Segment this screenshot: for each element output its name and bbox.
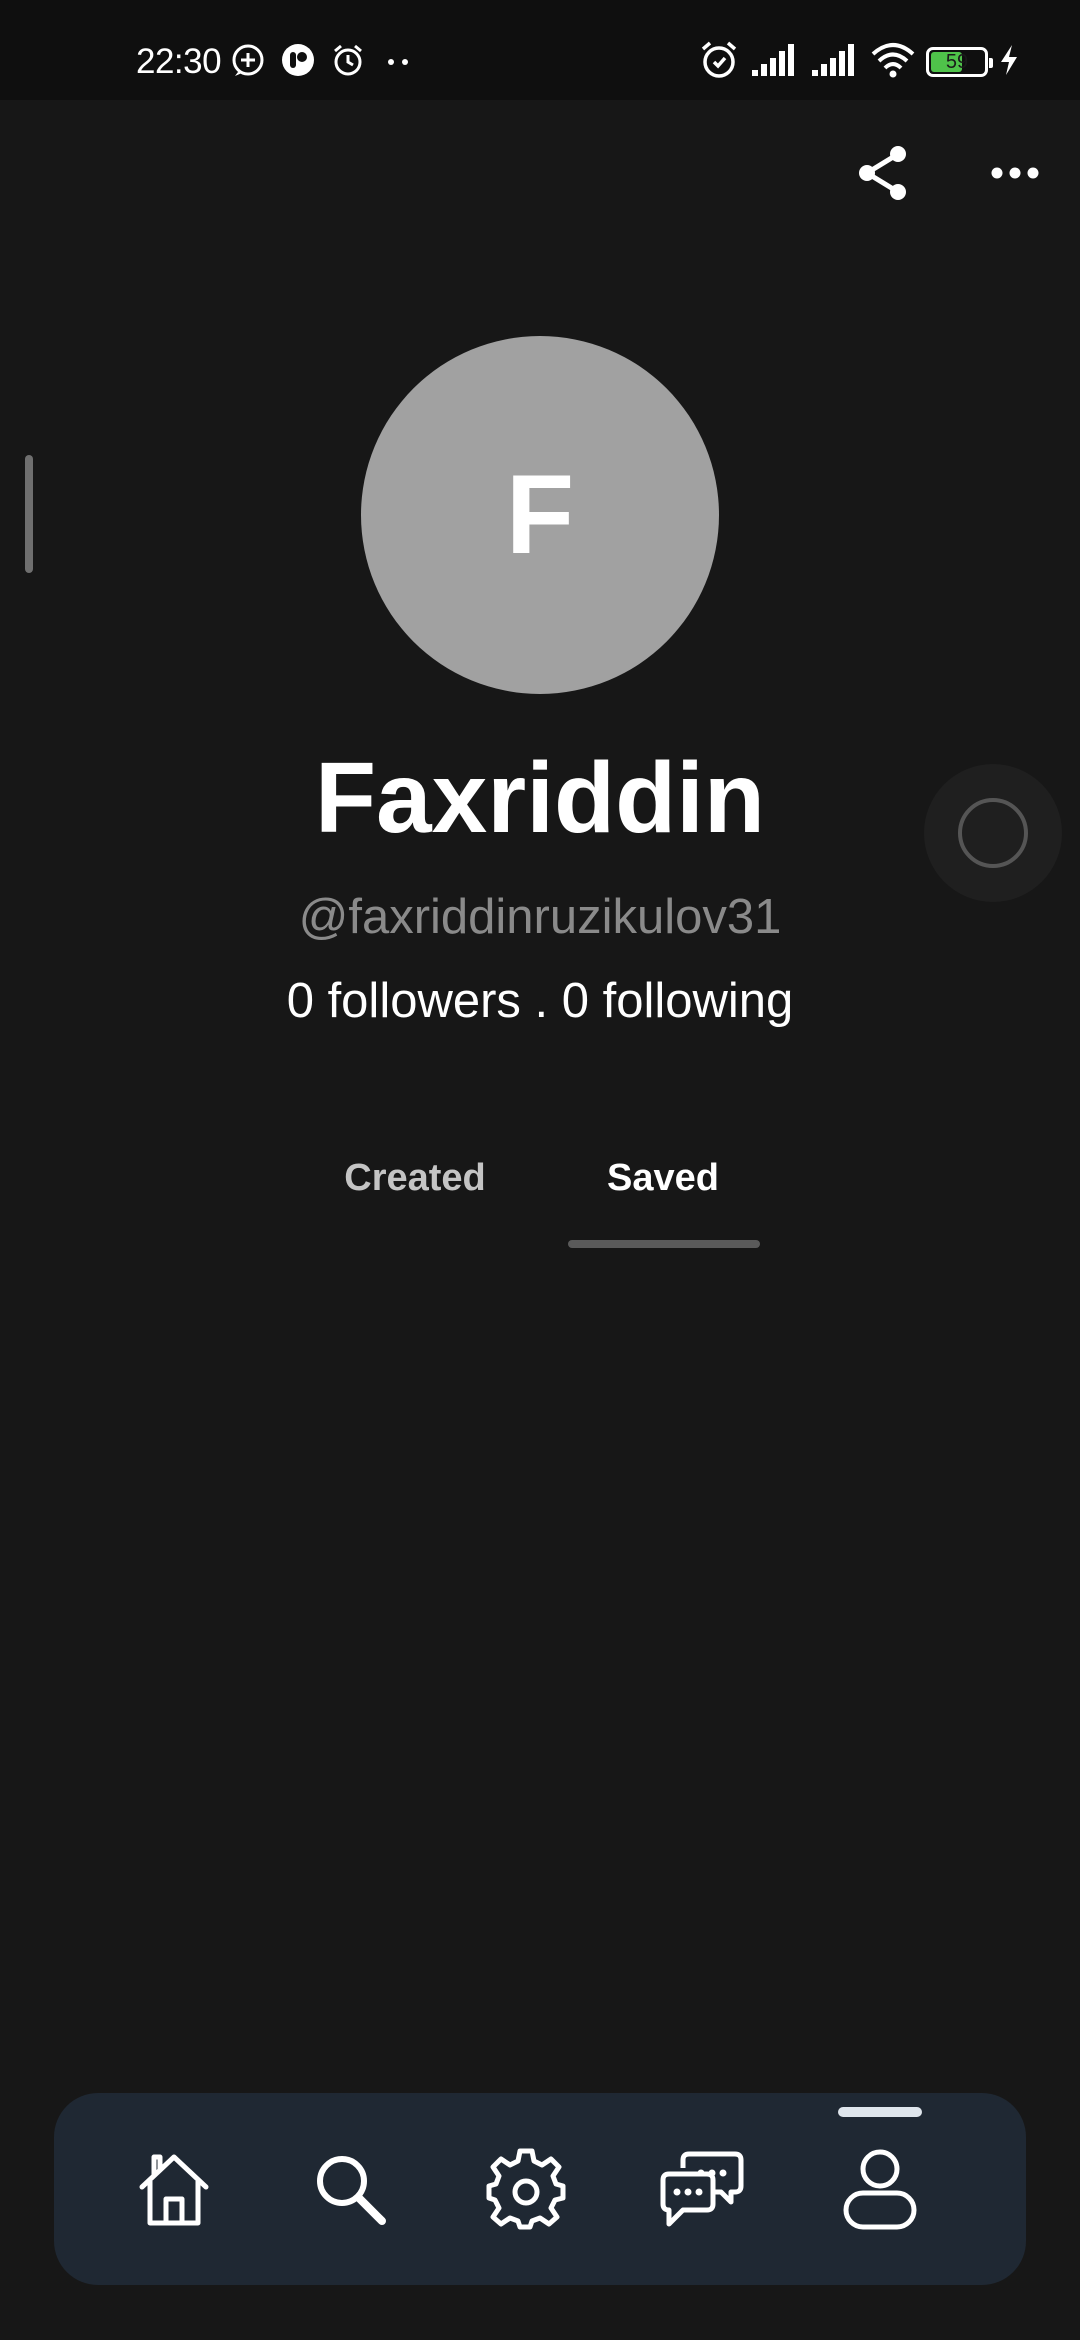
avatar-initial: F <box>505 452 575 577</box>
battery-level: 59 <box>945 51 969 73</box>
nav-profile-button[interactable] <box>830 2141 930 2241</box>
status-bar: 22:30 59 <box>0 0 1080 100</box>
nav-settings-button[interactable] <box>476 2141 576 2241</box>
add-circle-icon <box>230 42 266 83</box>
tab-saved[interactable]: Saved <box>568 1150 758 1206</box>
status-left-icons <box>230 42 416 82</box>
signal-icon <box>810 42 860 83</box>
charging-bolt-icon <box>998 43 1020 82</box>
gear-icon <box>485 2148 567 2235</box>
more-horizontal-icon <box>989 163 1041 188</box>
home-icon <box>134 2149 214 2234</box>
more-dots-icon <box>380 42 416 83</box>
tab-created[interactable]: Created <box>330 1150 500 1206</box>
alarm-clock-icon <box>698 39 740 86</box>
search-icon <box>310 2149 390 2234</box>
battery-icon: 59 <box>926 47 993 77</box>
profile-icon <box>840 2147 920 2236</box>
active-nav-indicator <box>838 2107 922 2117</box>
floating-assistive-button[interactable] <box>924 764 1062 902</box>
chat-bubbles-icon <box>659 2146 745 2237</box>
profile-handle: @faxriddinruzikulov31 <box>298 890 782 944</box>
share-icon <box>853 143 913 208</box>
nav-search-button[interactable] <box>300 2141 400 2241</box>
follow-stats[interactable]: 0 followers . 0 following <box>0 972 1080 1030</box>
status-time: 22:30 <box>136 42 222 81</box>
active-tab-indicator <box>568 1240 760 1248</box>
profile-name: Faxriddin <box>314 742 766 854</box>
app-notification-icon <box>280 42 316 83</box>
status-right-icons: 59 <box>698 40 1020 84</box>
more-options-button[interactable] <box>980 140 1050 210</box>
edge-scroll-handle[interactable] <box>25 455 33 573</box>
avatar[interactable]: F <box>361 336 719 694</box>
nav-messages-button[interactable] <box>652 2141 752 2241</box>
ring-icon <box>958 798 1028 868</box>
signal-icon <box>750 42 800 83</box>
share-button[interactable] <box>848 140 918 210</box>
alarm-icon <box>330 42 366 83</box>
nav-home-button[interactable] <box>124 2141 224 2241</box>
bottom-navigation <box>54 2093 1026 2285</box>
wifi-icon <box>870 42 916 83</box>
